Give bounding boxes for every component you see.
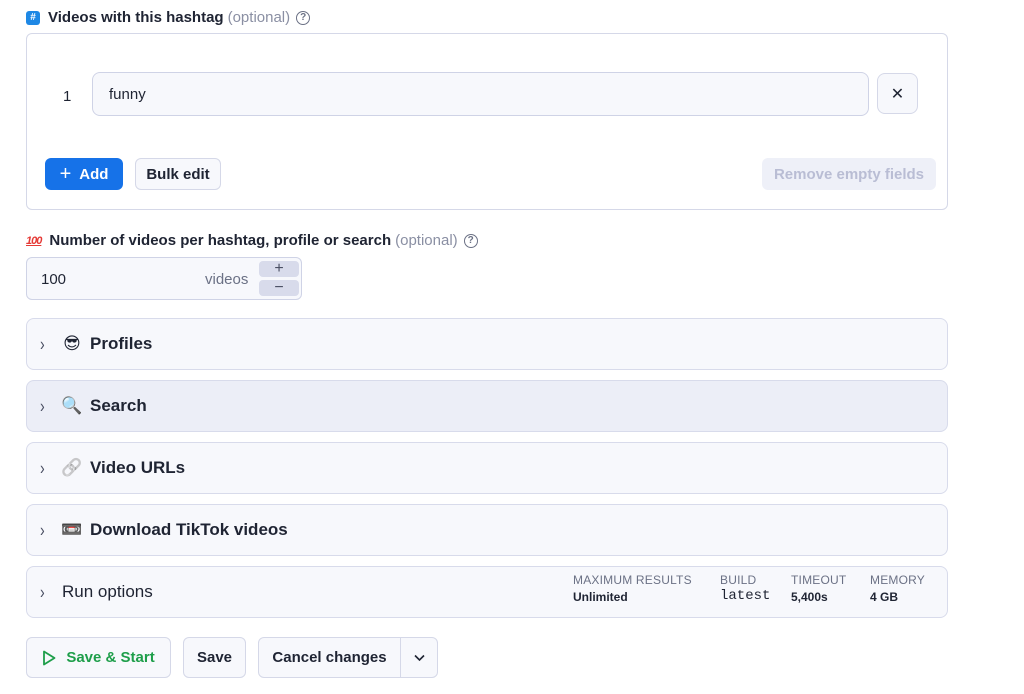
optional-hint: (optional) (227, 9, 291, 26)
sunglasses-face-icon: 😎 (63, 334, 81, 353)
save-and-start-label: Save & Start (66, 649, 155, 666)
section-title: Profiles (90, 334, 153, 353)
section-run-options[interactable]: › Run options MAXIMUM RESULTS Unlimited … (26, 566, 948, 618)
remove-hashtag-button[interactable]: ✕ (877, 73, 918, 114)
hundred-points-icon: 100 (26, 234, 42, 247)
save-and-start-button[interactable]: Save & Start (26, 637, 171, 678)
video-download-icon: 📼 (61, 520, 83, 539)
add-label: Add (79, 165, 109, 183)
hashtag-label-text: Videos with this hashtag (48, 9, 224, 26)
videos-per-value[interactable]: 100 (41, 271, 66, 288)
chevron-right-icon: › (40, 581, 45, 603)
plus-icon: + (59, 163, 72, 185)
hash-icon: # (26, 10, 40, 25)
section-title: Run options (62, 582, 153, 601)
meta-build: BUILD latest (720, 573, 771, 604)
chevron-right-icon: › (40, 457, 45, 479)
section-video-urls[interactable]: › 🔗 Video URLs (26, 442, 948, 494)
meta-max-results: MAXIMUM RESULTS Unlimited (573, 573, 692, 604)
close-icon: ✕ (890, 85, 905, 103)
row-index: 1 (63, 88, 72, 105)
link-icon: 🔗 (61, 458, 83, 477)
chevron-right-icon: › (40, 395, 45, 417)
section-title: Video URLs (90, 458, 186, 477)
play-icon (43, 650, 56, 665)
help-icon[interactable]: ? (296, 10, 311, 25)
hashtag-input[interactable] (92, 72, 869, 116)
videos-per-field-label: 100 Number of videos per hashtag, profil… (26, 232, 478, 249)
section-download-tiktok-videos[interactable]: › 📼 Download TikTok videos (26, 504, 948, 556)
help-icon[interactable]: ? (463, 233, 478, 248)
videos-per-input[interactable]: 100 videos + − (26, 257, 302, 300)
videos-per-label-text: Number of videos per hashtag, profile or… (49, 232, 392, 249)
increment-button[interactable]: + (259, 261, 299, 277)
save-button[interactable]: Save (183, 637, 246, 678)
videos-unit: videos (205, 271, 249, 288)
add-button[interactable]: + Add (45, 158, 123, 190)
hashtag-field-label: # Videos with this hashtag (optional) ? (26, 9, 311, 26)
cancel-changes-group: Cancel changes (258, 637, 438, 678)
meta-timeout: TIMEOUT 5,400s (791, 573, 847, 604)
chevron-right-icon: › (40, 519, 45, 541)
section-search[interactable]: › 🔍 Search (26, 380, 948, 432)
chevron-right-icon: › (40, 333, 45, 355)
bulk-edit-button[interactable]: Bulk edit (135, 158, 221, 190)
remove-empty-fields-button[interactable]: Remove empty fields (762, 158, 936, 190)
section-title: Download TikTok videos (90, 520, 288, 539)
optional-hint: (optional) (395, 232, 458, 249)
section-profiles[interactable]: › 😎 Profiles (26, 318, 948, 370)
section-title: Search (90, 396, 147, 415)
chevron-down-icon[interactable] (401, 650, 437, 665)
cancel-changes-button[interactable]: Cancel changes (259, 649, 400, 666)
decrement-button[interactable]: − (259, 280, 299, 296)
magnifier-icon: 🔍 (61, 396, 83, 415)
hashtag-list-box: 1 ✕ + Add Bulk edit Remove empty fields (26, 33, 948, 210)
meta-memory: MEMORY 4 GB (870, 573, 925, 604)
